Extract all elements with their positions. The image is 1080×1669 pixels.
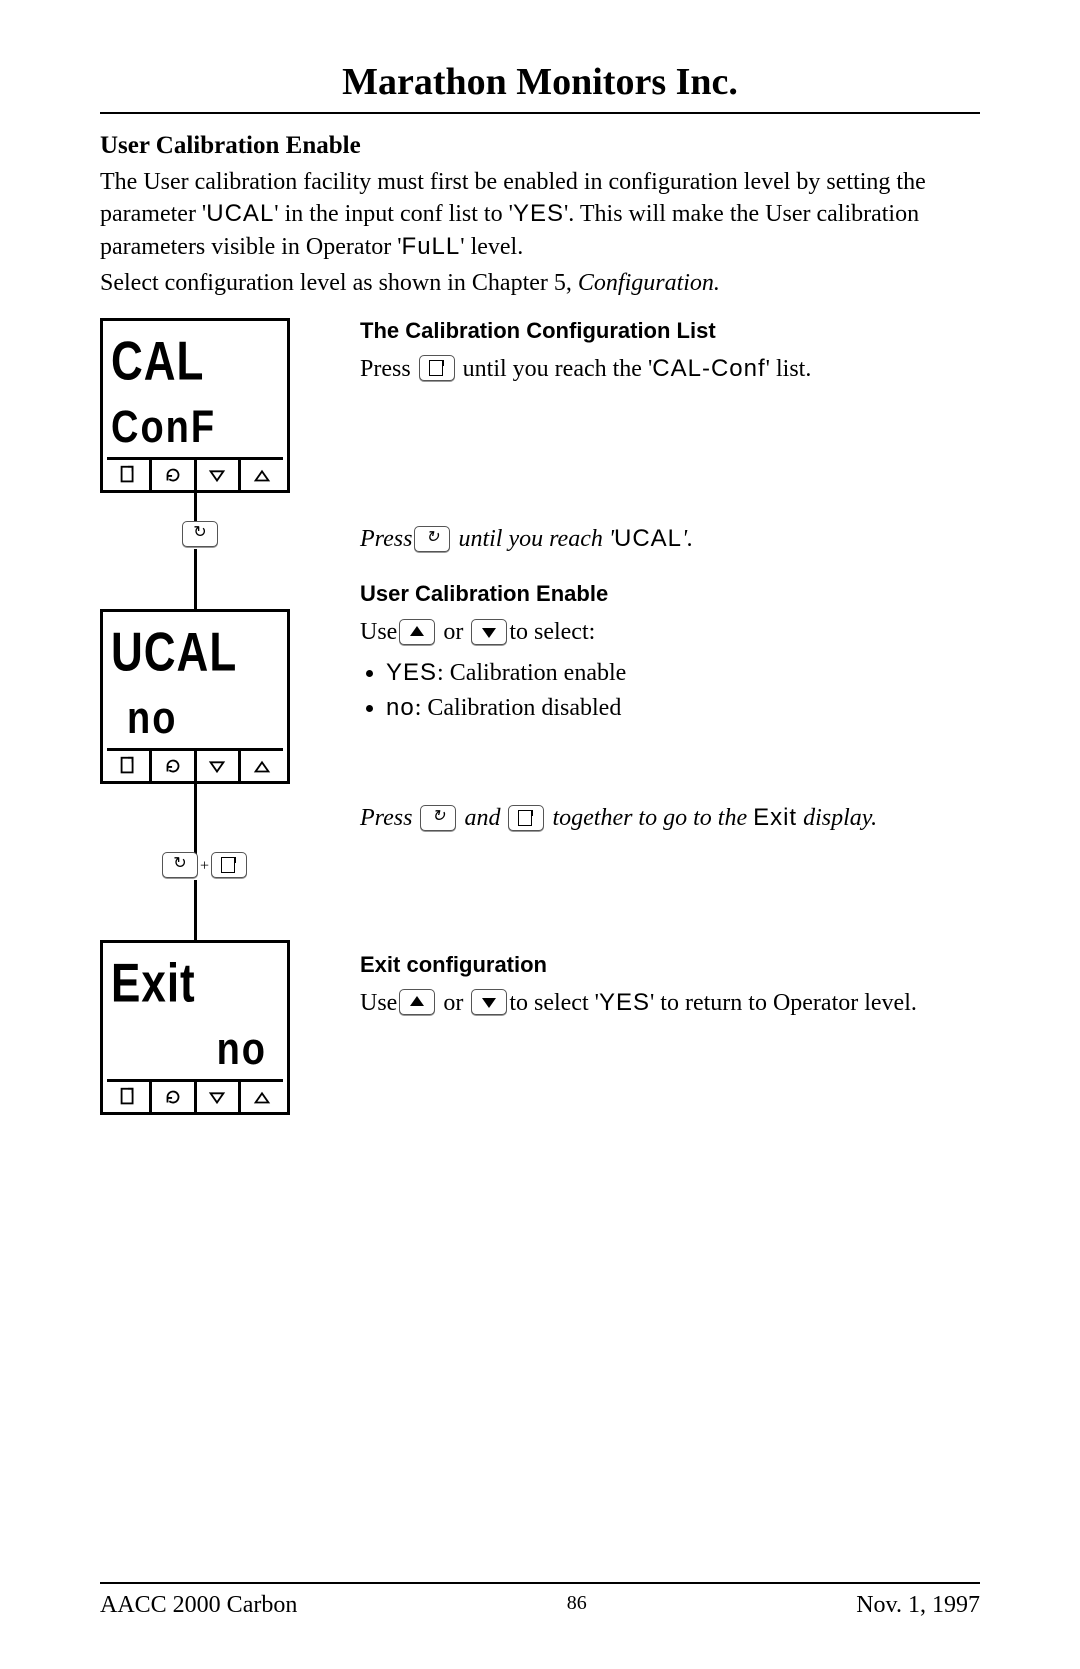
connector-line xyxy=(194,493,197,523)
text: ' list. xyxy=(766,356,812,382)
up-button-icon xyxy=(399,619,435,645)
step-cal-title: The Calibration Configuration List xyxy=(360,318,960,344)
text: until you reach the ' xyxy=(463,356,653,382)
display-ucal: UCAL no xyxy=(100,609,290,784)
connector-badge-combo: + xyxy=(160,854,320,880)
footer-left: AACC 2000 Carbon xyxy=(100,1592,297,1619)
footer-rule xyxy=(100,1582,980,1584)
text: together to go to the xyxy=(546,805,753,831)
display-column: CAL ConF UCAL no + xyxy=(100,318,320,1115)
page-icon xyxy=(211,852,247,878)
text: : Calibration enable xyxy=(437,660,626,686)
main-layout: CAL ConF UCAL no + xyxy=(100,318,980,1298)
page-footer: AACC 2000 Carbon 86 Nov. 1, 1997 xyxy=(100,1582,980,1619)
text: Use xyxy=(360,990,397,1016)
text: or xyxy=(437,990,469,1016)
text: '. xyxy=(682,526,693,552)
step-to-ucal: Press until you reach 'UCAL'. xyxy=(360,522,960,557)
display-line2: no xyxy=(107,674,283,751)
plus-text: + xyxy=(200,857,209,874)
ucal-options-list: YES: Calibration enable no: Calibration … xyxy=(360,656,960,725)
connector-line xyxy=(194,549,197,609)
display-line2: ConF xyxy=(107,383,283,460)
step-to-exit: Press and together to go to the Exit dis… xyxy=(360,801,960,836)
page-button-icon xyxy=(508,805,544,831)
display-exit: Exit no xyxy=(100,940,290,1115)
text: Use xyxy=(360,619,397,645)
text: Press xyxy=(360,356,417,382)
text: display. xyxy=(797,805,877,831)
code: YES xyxy=(599,989,650,1016)
intro-paragraph-2: Select configuration level as shown in C… xyxy=(100,267,980,299)
code: YES xyxy=(386,659,437,686)
page-icon xyxy=(107,751,149,781)
text: : Calibration disabled xyxy=(415,695,622,721)
text: or xyxy=(437,619,469,645)
down-triangle-icon xyxy=(194,751,239,781)
loop-button-icon xyxy=(414,526,450,552)
display-line2: no xyxy=(107,1005,283,1082)
chapter-ref: Configuration. xyxy=(578,270,720,296)
loop-button-icon xyxy=(420,805,456,831)
text: to select: xyxy=(509,619,595,645)
text: Press xyxy=(360,805,418,831)
display-button-row xyxy=(107,457,283,490)
text: Select configuration level as shown in C… xyxy=(100,270,578,296)
connector-line xyxy=(194,880,197,940)
page-header: Marathon Monitors Inc. xyxy=(100,60,980,104)
down-button-icon xyxy=(471,619,507,645)
step-exit-text: Use or to select 'YES' to return to Oper… xyxy=(360,986,960,1021)
code-full: FuLL xyxy=(402,233,461,260)
footer-page-number: 86 xyxy=(567,1592,587,1619)
loop-icon xyxy=(149,460,194,490)
down-triangle-icon xyxy=(194,460,239,490)
up-button-icon xyxy=(399,989,435,1015)
loop-icon xyxy=(182,521,218,547)
text: ' level. xyxy=(460,234,523,260)
step-exit-title: Exit configuration xyxy=(360,952,960,978)
step-ucal-use: Use or to select: xyxy=(360,615,960,650)
page-icon xyxy=(107,1082,149,1112)
page-button-icon xyxy=(419,355,455,381)
code-ucal: UCAL xyxy=(206,200,274,227)
connector-line xyxy=(194,784,197,854)
code: no xyxy=(386,694,415,721)
up-triangle-icon xyxy=(238,751,283,781)
up-triangle-icon xyxy=(238,1082,283,1112)
down-button-icon xyxy=(471,989,507,1015)
down-triangle-icon xyxy=(194,1082,239,1112)
page-icon xyxy=(107,460,149,490)
display-button-row xyxy=(107,748,283,781)
footer-right: Nov. 1, 1997 xyxy=(856,1592,980,1619)
list-item: YES: Calibration enable xyxy=(386,656,960,691)
loop-icon xyxy=(162,852,198,878)
code: UCAL xyxy=(614,525,682,552)
loop-icon xyxy=(149,751,194,781)
intro-paragraph-1: The User calibration facility must first… xyxy=(100,166,980,263)
section-title: User Calibration Enable xyxy=(100,132,980,160)
code-yes: YES xyxy=(513,200,564,227)
text: to select ' xyxy=(509,990,599,1016)
up-triangle-icon xyxy=(238,460,283,490)
list-item: no: Calibration disabled xyxy=(386,691,960,726)
connector-badge-loop xyxy=(180,523,320,549)
loop-icon xyxy=(149,1082,194,1112)
text: ' to return to Operator level. xyxy=(650,990,917,1016)
display-cal-conf: CAL ConF xyxy=(100,318,290,493)
step-cal-text: Press until you reach the 'CAL-Conf' lis… xyxy=(360,352,960,387)
code: Exit xyxy=(753,804,797,831)
text: Press xyxy=(360,526,412,552)
text: ' in the input conf list to ' xyxy=(274,201,513,227)
step-ucal-title: User Calibration Enable xyxy=(360,581,960,607)
display-button-row xyxy=(107,1079,283,1112)
header-rule xyxy=(100,112,980,114)
text: until you reach ' xyxy=(452,526,614,552)
code: CAL-Conf xyxy=(652,355,765,382)
instruction-column: The Calibration Configuration List Press… xyxy=(360,318,960,1027)
text: and xyxy=(458,805,506,831)
